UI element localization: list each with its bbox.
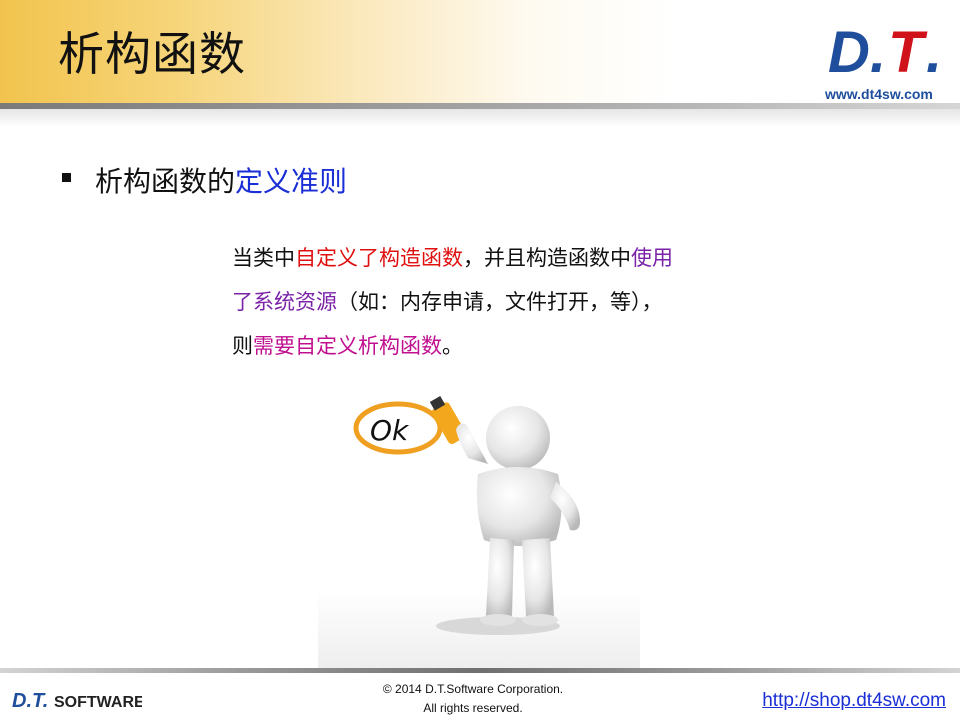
dt-logo: D . T . <box>828 20 942 80</box>
para-seg-8: 。 <box>442 334 463 358</box>
shop-link[interactable]: http://shop.dt4sw.com <box>762 690 946 712</box>
para-seg-5: （如：内存申请，文件打开，等）， <box>337 290 663 314</box>
site-url: www.dt4sw.com <box>825 86 933 102</box>
para-seg-0: 当类中 <box>232 246 295 270</box>
dt-logo-t: T <box>888 20 928 80</box>
rule-paragraph: 当类中自定义了构造函数，并且构造函数中使用了系统资源（如：内存申请，文件打开，等… <box>232 236 752 368</box>
dt-logo-dot1: . <box>870 20 886 80</box>
ok-figure-illustration: Ok <box>318 395 640 668</box>
footer-rule <box>0 668 960 673</box>
para-seg-4: 了系统资源 <box>232 290 337 314</box>
ok-text: Ok <box>370 414 410 447</box>
title-bar-shadow <box>0 109 960 127</box>
bullet-highlight: 定义准则 <box>235 165 348 198</box>
para-seg-2: ，并且构造函数中 <box>463 246 631 270</box>
para-seg-1: 自定义了构造函数 <box>295 246 463 270</box>
dt-logo-dot2: . <box>926 20 942 80</box>
slide-title: 析构函数 <box>58 27 246 81</box>
para-seg-3: 使用 <box>631 246 673 270</box>
bullet-prefix: 析构函数的 <box>95 165 236 198</box>
bullet-marker <box>62 173 71 182</box>
dt-logo-text: D <box>828 20 870 80</box>
para-seg-7: 需要自定义析构函数 <box>253 334 442 358</box>
para-seg-6: 则 <box>232 334 253 358</box>
bullet-text: 析构函数的定义准则 <box>95 160 347 200</box>
